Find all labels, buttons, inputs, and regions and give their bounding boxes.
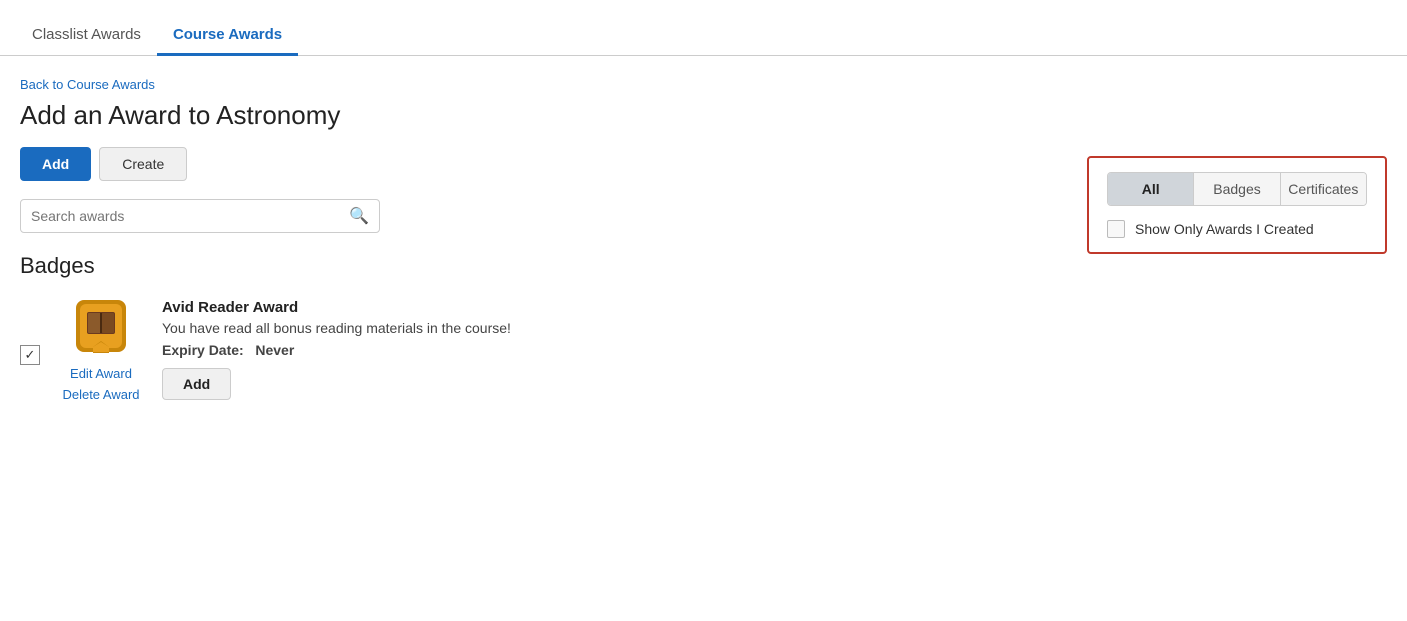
award-item: ✓ Edit Award Delete Award Avi [20,295,1387,402]
back-link[interactable]: Back to Course Awards [20,77,155,92]
add-button[interactable]: Add [20,147,91,181]
expiry-value: Never [255,342,294,358]
award-checkbox-container: ✓ [20,345,40,365]
show-only-mine-label: Show Only Awards I Created [1135,221,1314,237]
edit-award-link[interactable]: Edit Award [70,366,132,381]
award-add-button[interactable]: Add [162,368,231,400]
tab-course-awards[interactable]: Course Awards [157,16,298,56]
filter-tabs: All Badges Certificates [1107,172,1367,206]
award-name: Avid Reader Award [162,299,1387,316]
filter-tab-badges[interactable]: Badges [1194,173,1280,205]
award-description: You have read all bonus reading material… [162,320,1387,336]
create-button[interactable]: Create [99,147,187,181]
tab-bar: Classlist Awards Course Awards [0,0,1407,56]
search-icon: 🔍 [349,206,369,226]
show-only-mine-checkbox[interactable] [1107,220,1125,238]
delete-award-link[interactable]: Delete Award [62,387,139,402]
tab-classlist-awards[interactable]: Classlist Awards [16,16,157,56]
expiry-label: Expiry Date: [162,342,244,358]
main-content: Back to Course Awards Add an Award to As… [0,56,1407,438]
filter-checkbox-row: Show Only Awards I Created [1107,220,1367,238]
award-icon-block: Edit Award Delete Award [56,295,146,402]
award-select-checkbox[interactable]: ✓ [20,345,40,365]
search-input[interactable] [31,208,349,224]
badges-section-title: Badges [20,253,1387,279]
search-bar: 🔍 [20,199,380,233]
badge-icon [71,295,131,360]
page-title: Add an Award to Astronomy [20,100,1387,131]
filter-panel: All Badges Certificates Show Only Awards… [1087,156,1387,254]
award-details: Avid Reader Award You have read all bonu… [162,295,1387,400]
award-expiry: Expiry Date: Never [162,342,1387,358]
filter-tab-certificates[interactable]: Certificates [1281,173,1366,205]
filter-tab-all[interactable]: All [1108,173,1194,205]
